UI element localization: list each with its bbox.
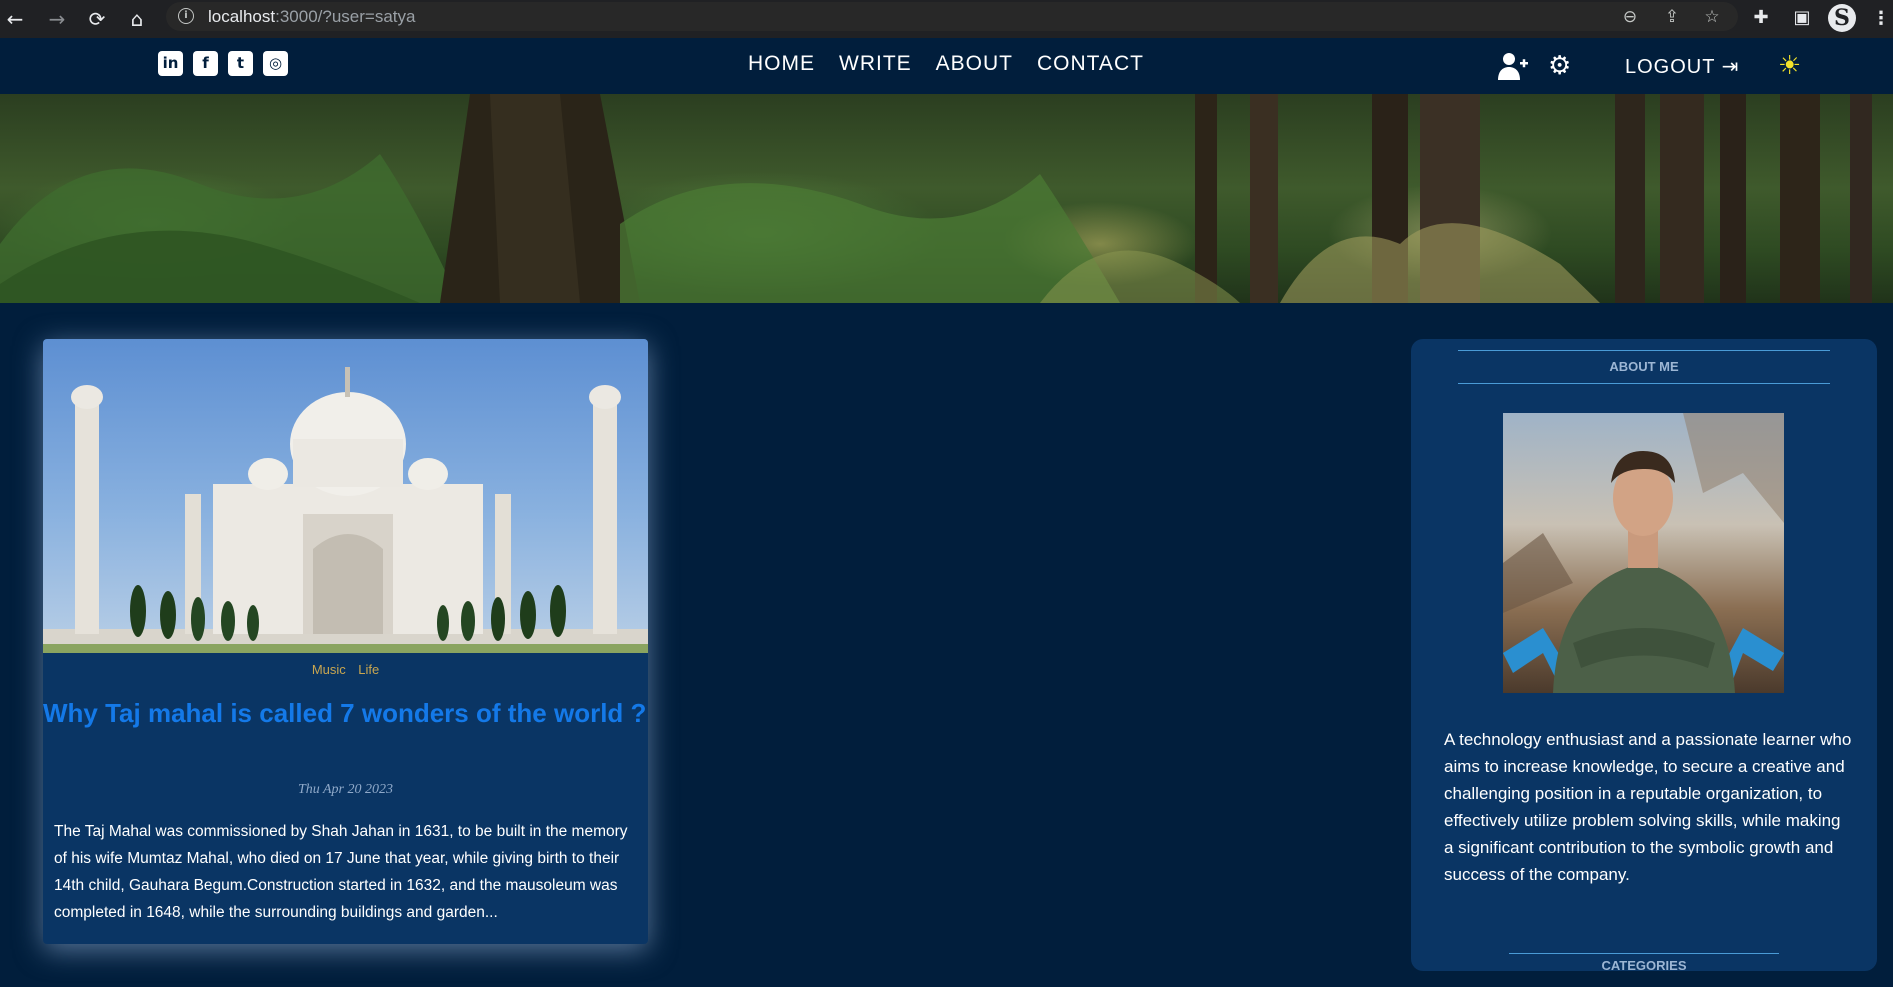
site-navbar: in f t ◎ HOME WRITE ABOUT CONTACT ⚙ LOGO… (0, 38, 1893, 94)
post-title-link[interactable]: Why Taj mahal is called 7 wonders of the… (43, 694, 648, 732)
categories-heading: CATEGORIES (1509, 953, 1779, 987)
nav-contact-link[interactable]: CONTACT (1037, 52, 1144, 76)
side-panel-icon[interactable]: ▣ (1789, 5, 1815, 31)
url-text[interactable]: localhost:3000/?user=satya (208, 7, 415, 27)
zoom-out-icon[interactable]: ⊖ (1618, 5, 1642, 29)
browser-toolbar: ← → ⟳ ⌂ i localhost:3000/?user=satya ⊖ ⇪… (0, 0, 1893, 38)
category-tag-life[interactable]: Life (358, 662, 379, 677)
nav-home-link[interactable]: HOME (748, 52, 815, 76)
add-user-icon[interactable] (1496, 50, 1528, 90)
about-me-heading: ABOUT ME (1458, 350, 1830, 384)
hero-banner-image (0, 94, 1893, 303)
url-host: localhost (208, 7, 276, 26)
extensions-puzzle-icon[interactable]: ✚ (1748, 5, 1774, 31)
post-image[interactable] (43, 339, 648, 653)
share-icon[interactable]: ⇪ (1660, 5, 1684, 29)
twitter-icon[interactable]: t (228, 51, 253, 76)
linkedin-icon[interactable]: in (158, 51, 183, 76)
post-card[interactable]: Music Life Why Taj mahal is called 7 won… (43, 339, 648, 944)
post-excerpt: The Taj Mahal was commissioned by Shah J… (54, 823, 628, 921)
home-icon[interactable]: ⌂ (124, 6, 150, 32)
instagram-icon[interactable]: ◎ (263, 51, 288, 76)
browser-menu-icon[interactable]: ⋮ (1872, 6, 1890, 32)
forward-arrow-icon[interactable]: → (44, 6, 70, 32)
main-menu: HOME WRITE ABOUT CONTACT (748, 52, 1144, 76)
site-info-icon[interactable]: i (178, 8, 194, 24)
theme-toggle-sun-icon[interactable]: ☀ (1778, 50, 1801, 82)
author-photo (1503, 413, 1784, 693)
author-bio: A technology enthusiast and a passionate… (1444, 730, 1852, 884)
taj-mahal-illustration (43, 367, 648, 653)
facebook-icon[interactable]: f (193, 51, 218, 76)
category-tag-music[interactable]: Music (312, 662, 346, 677)
social-links: in f t ◎ (158, 51, 288, 76)
add-user-svg (1498, 53, 1528, 80)
reload-icon[interactable]: ⟳ (84, 6, 110, 32)
settings-gear-icon[interactable]: ⚙ (1548, 50, 1571, 82)
nav-write-link[interactable]: WRITE (839, 52, 912, 76)
bookmark-star-icon[interactable]: ☆ (1700, 5, 1724, 29)
back-arrow-icon[interactable]: ← (2, 6, 28, 32)
post-date: Thu Apr 20 2023 (297, 782, 394, 797)
logout-label: LOGOUT (1625, 56, 1716, 78)
url-path: :3000/?user=satya (275, 7, 416, 26)
logout-icon: ⇥ (1721, 54, 1740, 78)
nav-about-link[interactable]: ABOUT (936, 52, 1013, 76)
profile-avatar[interactable]: S (1828, 4, 1856, 32)
address-bar[interactable]: i localhost:3000/?user=satya ⊖ ⇪ ☆ (166, 2, 1738, 31)
author-portrait-illustration (1503, 413, 1784, 693)
sidebar: ABOUT ME A technology enthusiast and a p… (1411, 339, 1877, 973)
post-categories: Music Life (43, 661, 648, 679)
forest-illustration (0, 94, 1872, 303)
logout-button[interactable]: LOGOUT ⇥ (1625, 54, 1739, 79)
